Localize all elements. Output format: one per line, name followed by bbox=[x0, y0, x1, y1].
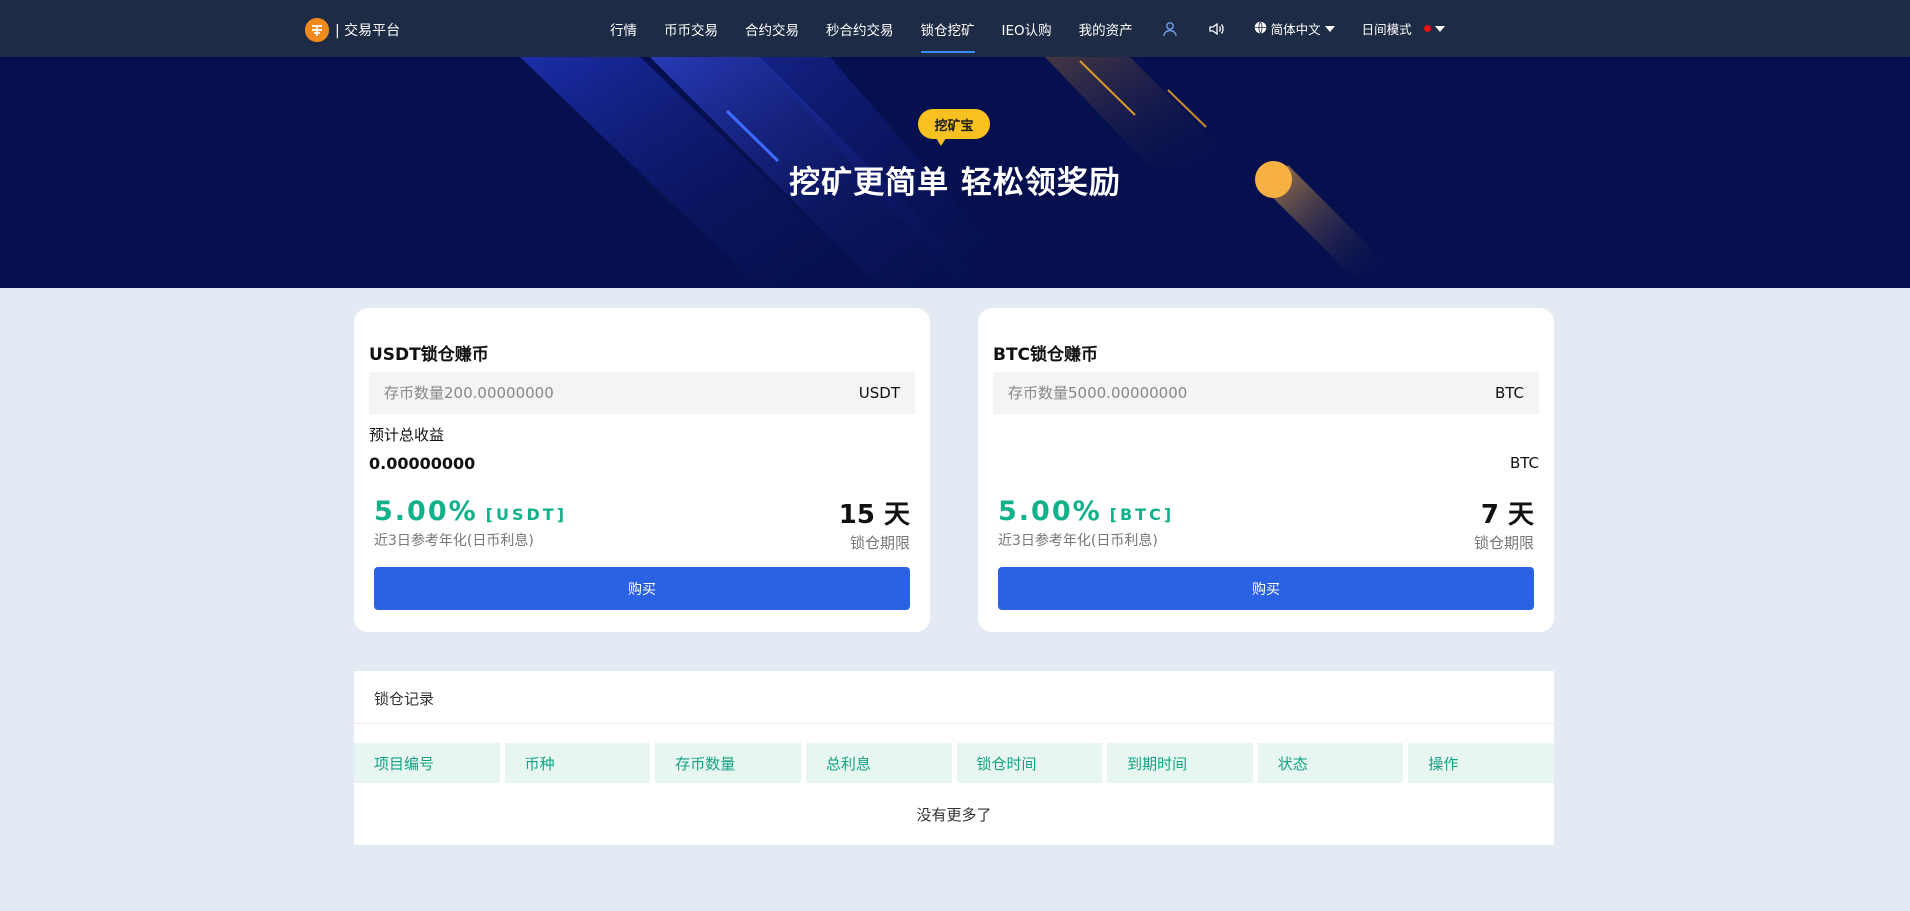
nav-item-spot-trading[interactable]: 币币交易 bbox=[664, 0, 718, 57]
column-header-total-interest: 总利息 bbox=[805, 743, 952, 783]
lock-period-value: 15 天 bbox=[838, 500, 910, 530]
theme-mode-selector[interactable]: 日间模式 bbox=[1362, 19, 1445, 38]
column-header-deposit-amount: 存币数量 bbox=[655, 743, 801, 783]
language-label: 简体中文 bbox=[1270, 22, 1321, 37]
nav-item-second-contract[interactable]: 秒合约交易 bbox=[826, 0, 894, 57]
nav-item-contract-trading[interactable]: 合约交易 bbox=[745, 0, 799, 57]
card-title: USDT锁仓赚币 bbox=[369, 345, 489, 365]
column-header-status: 状态 bbox=[1257, 743, 1404, 783]
column-header-expiry-time: 到期时间 bbox=[1107, 743, 1253, 783]
lock-period-value: 7 天 bbox=[1480, 500, 1534, 530]
estimated-earnings-value: 0.00000000 bbox=[369, 454, 476, 473]
annual-rate: 5.00% [BTC] bbox=[998, 496, 1174, 527]
annual-rate-value: 5.00% bbox=[998, 496, 1102, 527]
deposit-unit: BTC bbox=[1494, 384, 1524, 402]
column-header-project-id: 项目编号 bbox=[354, 743, 500, 783]
estimated-earnings-label: 预计总收益 bbox=[369, 426, 445, 444]
nav-item-ieo[interactable]: IEO认购 bbox=[1002, 0, 1052, 57]
nav-item-my-assets[interactable]: 我的资产 bbox=[1079, 0, 1133, 57]
annual-rate-unit: [BTC] bbox=[1109, 505, 1175, 524]
brand[interactable]: | 交易平台 bbox=[305, 18, 400, 42]
deposit-amount-input[interactable] bbox=[1008, 384, 1428, 402]
chevron-down-icon bbox=[1324, 25, 1335, 32]
btc-lock-card: BTC锁仓赚币 BTC BTC 5.00% [BTC] 近3日参考年化(日币利息)… bbox=[978, 308, 1554, 632]
annual-rate-value: 5.00% bbox=[374, 496, 478, 527]
estimated-earnings-unit: BTC bbox=[1509, 454, 1539, 472]
column-header-action: 操作 bbox=[1408, 743, 1554, 783]
hero-banner: 挖矿宝 挖矿更简单 轻松领奖励 bbox=[0, 57, 1910, 288]
buy-button[interactable]: 购买 bbox=[998, 567, 1534, 610]
platform-logo-icon bbox=[305, 18, 329, 42]
deposit-amount-field: BTC bbox=[993, 372, 1539, 414]
buy-button[interactable]: 购买 bbox=[374, 567, 910, 610]
usdt-lock-card: USDT锁仓赚币 USDT 预计总收益 0.00000000 5.00% [USD… bbox=[354, 308, 930, 632]
notification-dot bbox=[1423, 25, 1431, 32]
brand-name: | 交易平台 bbox=[335, 23, 401, 39]
column-header-currency: 币种 bbox=[504, 743, 651, 783]
banner-headline: 挖矿更简单 轻松领奖励 bbox=[789, 165, 1121, 201]
annual-rate: 5.00% [USDT] bbox=[374, 496, 567, 527]
empty-state-text: 没有更多了 bbox=[916, 806, 992, 824]
card-title: BTC锁仓赚币 bbox=[993, 345, 1099, 365]
lock-period-label: 锁仓期限 bbox=[849, 534, 910, 552]
top-navbar: | 交易平台 行情 币币交易 合约交易 秒合约交易 锁仓挖矿 IEO认购 我的资… bbox=[0, 0, 1910, 57]
language-selector[interactable]: 简体中文 bbox=[1254, 19, 1335, 38]
annual-rate-note: 近3日参考年化(日币利息) bbox=[374, 533, 534, 549]
globe-icon bbox=[1254, 21, 1267, 37]
annual-rate-note: 近3日参考年化(日币利息) bbox=[998, 533, 1158, 549]
annual-rate-unit: [USDT] bbox=[485, 505, 568, 524]
speaker-icon[interactable] bbox=[1207, 19, 1227, 39]
main-menu: 行情 币币交易 合约交易 秒合约交易 锁仓挖矿 IEO认购 我的资产 简体中文 … bbox=[610, 0, 1445, 57]
lock-records-panel: 锁仓记录 项目编号 币种 存币数量 总利息 锁仓时间 到期时间 状态 操作 没有… bbox=[354, 671, 1554, 845]
chevron-down-icon bbox=[1434, 25, 1445, 32]
records-table-header: 项目编号 币种 存币数量 总利息 锁仓时间 到期时间 状态 操作 bbox=[354, 743, 1554, 783]
user-icon[interactable] bbox=[1160, 19, 1180, 39]
lock-period-label: 锁仓期限 bbox=[1473, 534, 1534, 552]
records-title: 锁仓记录 bbox=[374, 690, 435, 708]
mining-treasure-tag: 挖矿宝 bbox=[918, 109, 990, 146]
deposit-amount-field: USDT bbox=[369, 372, 915, 414]
divider bbox=[354, 723, 1554, 724]
column-header-lock-time: 锁仓时间 bbox=[956, 743, 1103, 783]
nav-item-market[interactable]: 行情 bbox=[610, 0, 637, 57]
theme-mode-label: 日间模式 bbox=[1361, 22, 1412, 37]
deposit-amount-input[interactable] bbox=[384, 384, 804, 402]
nav-item-lock-mining[interactable]: 锁仓挖矿 bbox=[920, 0, 975, 57]
deposit-unit: USDT bbox=[858, 384, 900, 402]
